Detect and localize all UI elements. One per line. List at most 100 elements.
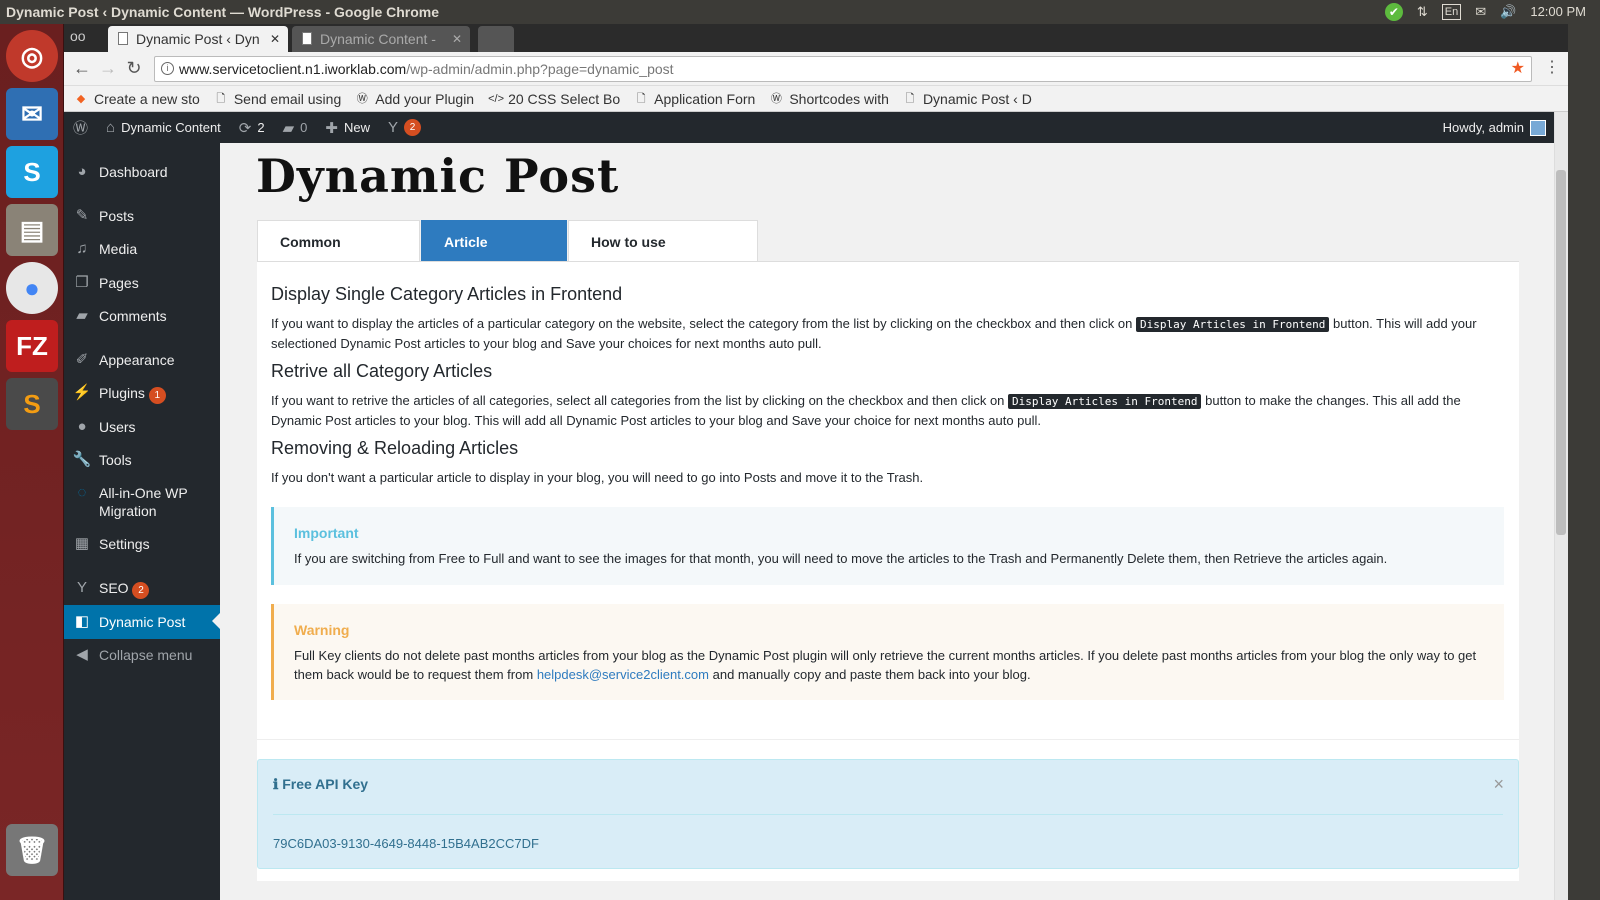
chrome-icon[interactable]: ● bbox=[6, 262, 58, 314]
code-icon: </> bbox=[488, 92, 504, 105]
notice-title: Warning bbox=[294, 622, 350, 638]
menu-item-plugins[interactable]: ⚡ Plugins 1 bbox=[64, 384, 220, 404]
browser-tab-dynamic-content[interactable]: Dynamic Content - ✕ bbox=[292, 26, 470, 52]
magento-icon: ◆ bbox=[76, 92, 86, 105]
wrench-icon: 🔧 bbox=[72, 451, 92, 468]
helpdesk-email-link[interactable]: helpdesk@service2client.com bbox=[537, 667, 709, 682]
address-bar[interactable]: i www.servicetoclient.n1.iworklab.com/wp… bbox=[154, 56, 1532, 82]
tab-article-settings[interactable]: Article Settings bbox=[421, 220, 567, 292]
bookmark-item[interactable]: </> 20 CSS Select Bo bbox=[488, 91, 620, 107]
update-ok-icon[interactable]: ✔ bbox=[1384, 3, 1403, 21]
menu-item-posts[interactable]: ✎ Posts bbox=[64, 207, 220, 225]
code-snippet: Display Articles in Frontend bbox=[1135, 317, 1330, 332]
browser-tab-strip: oo Dynamic Post ‹ Dyn ✕ Dynamic Content … bbox=[64, 24, 1600, 52]
account-menu[interactable]: Howdy, admin bbox=[1443, 112, 1546, 143]
menu-item-dynamic-post[interactable]: ◧ Dynamic Post bbox=[64, 605, 220, 639]
menu-item-seo[interactable]: Y SEO 2 bbox=[64, 579, 220, 599]
pin-icon: ✎ bbox=[75, 207, 89, 224]
comment-icon: ▰ bbox=[76, 307, 88, 324]
mail-icon[interactable]: ✉ bbox=[1475, 0, 1486, 24]
menu-item-comments[interactable]: ▰ Comments bbox=[64, 307, 220, 325]
page-icon bbox=[302, 32, 312, 45]
close-icon[interactable]: × bbox=[1493, 774, 1504, 795]
info-icon: ℹ bbox=[273, 776, 279, 792]
tab-common-settings[interactable]: Common Settings bbox=[257, 220, 420, 292]
info-icon[interactable]: i bbox=[161, 62, 174, 75]
filezilla-icon[interactable]: FZ bbox=[6, 320, 58, 372]
files-icon[interactable]: ▤ bbox=[6, 204, 58, 256]
new-tab-button[interactable] bbox=[478, 26, 514, 52]
reload-icon[interactable]: ↻ bbox=[124, 58, 144, 78]
url-path: /wp-admin/admin.php?page=dynamic_post bbox=[406, 61, 674, 77]
menu-item-dashboard[interactable]: ◕ Dashboard bbox=[64, 163, 220, 181]
site-name-link[interactable]: ⌂ Dynamic Content bbox=[97, 112, 230, 143]
bookmark-item[interactable]: ◆ Create a new sto bbox=[74, 91, 200, 107]
api-key-box: ℹ Free API Key × 79C6DA03-9130-4649-8448… bbox=[257, 759, 1519, 869]
menu-item-appearance[interactable]: ✐ Appearance bbox=[64, 351, 220, 369]
doc-icon: 🗋 bbox=[636, 92, 646, 105]
wp-admin-menu: ◕ Dashboard ✎ Posts ♫ Media ❐ Pages ▰ Comment… bbox=[64, 143, 220, 900]
yoast-icon: Y bbox=[76, 579, 87, 596]
user-icon: ● bbox=[77, 418, 87, 435]
plugins-update-badge: 1 bbox=[148, 387, 166, 404]
section-heading: Display Single Category Articles in Fron… bbox=[271, 284, 623, 304]
new-content-link[interactable]: ✚ New bbox=[316, 112, 379, 143]
forward-icon[interactable]: → bbox=[98, 58, 118, 78]
api-key-value: 79C6DA03-9130-4649-8448-15B4AB2CC7DF bbox=[273, 836, 539, 851]
wp-logo-menu[interactable]: Ⓦ bbox=[64, 112, 97, 143]
collapse-menu-button[interactable]: ◀ Collapse menu bbox=[64, 646, 220, 664]
notice-body: If you are switching from Free to Full a… bbox=[294, 551, 1388, 566]
scrollbar-thumb[interactable] bbox=[1556, 170, 1566, 535]
page-title: Dynamic Post bbox=[256, 149, 620, 203]
close-icon[interactable]: ✕ bbox=[270, 26, 280, 52]
incognito-icon: oo bbox=[70, 28, 86, 44]
close-icon[interactable]: ✕ bbox=[452, 26, 462, 52]
clock[interactable]: 12:00 PM bbox=[1530, 0, 1586, 24]
menu-item-settings[interactable]: ▦ Settings bbox=[64, 535, 220, 553]
bookmark-item[interactable]: 🗋 Send email using bbox=[214, 91, 341, 107]
os-top-bar: Dynamic Post ‹ Dynamic Content — WordPre… bbox=[0, 0, 1600, 24]
keyboard-lang-indicator[interactable]: En bbox=[1441, 4, 1462, 20]
browser-tab-dynamic-post[interactable]: Dynamic Post ‹ Dyn ✕ bbox=[108, 26, 288, 52]
app-launcher: ◎ ✉ S ▤ ● FZ S 🗑 bbox=[0, 24, 64, 900]
section-heading: Removing & Reloading Articles bbox=[271, 438, 519, 458]
tab-how-to-use-shortcode[interactable]: How to use shortcode bbox=[568, 220, 758, 292]
bookmarks-bar: ◆ Create a new sto 🗋 Send email using Ⓦ Add… bbox=[64, 86, 1600, 112]
menu-item-tools[interactable]: 🔧 Tools bbox=[64, 451, 220, 469]
doc-icon: 🗋 bbox=[216, 92, 226, 105]
plugin-icon: ⚡ bbox=[72, 384, 92, 401]
bookmark-star-icon[interactable]: ★ bbox=[1511, 57, 1525, 81]
seo-menu[interactable]: Y2 bbox=[379, 112, 430, 143]
menu-icon[interactable]: ⋮ bbox=[1542, 58, 1562, 78]
dynamic-post-icon: ◧ bbox=[74, 613, 90, 630]
network-icon[interactable]: ⇅ bbox=[1417, 0, 1428, 24]
bookmark-item[interactable]: 🗋 Dynamic Post ‹ D bbox=[903, 91, 1032, 107]
thunderbird-icon[interactable]: ✉ bbox=[6, 88, 58, 140]
bookmark-item[interactable]: Ⓦ Shortcodes with bbox=[769, 91, 889, 107]
skype-icon[interactable]: S bbox=[6, 146, 58, 198]
seo-notification-badge: 2 bbox=[404, 119, 421, 136]
ubuntu-icon[interactable]: ◎ bbox=[6, 30, 58, 82]
avatar bbox=[1530, 119, 1546, 136]
menu-item-all-in-one-wp-migration[interactable]: ◌ All-in-One WP Migration bbox=[64, 484, 220, 520]
window-edge bbox=[1568, 24, 1600, 900]
menu-item-media[interactable]: ♫ Media bbox=[64, 240, 220, 258]
trash-icon[interactable]: 🗑 bbox=[6, 824, 58, 876]
updates-link[interactable]: ⟳ 2 bbox=[230, 112, 274, 143]
home-icon: ⌂ bbox=[106, 119, 116, 136]
menu-item-pages[interactable]: ❐ Pages bbox=[64, 274, 220, 292]
menu-item-users[interactable]: ● Users bbox=[64, 418, 220, 436]
bookmark-item[interactable]: Ⓦ Add your Plugin bbox=[355, 91, 474, 107]
notice-title: Important bbox=[294, 525, 359, 541]
sublime-icon[interactable]: S bbox=[6, 378, 58, 430]
dashboard-icon: ◕ bbox=[77, 163, 87, 180]
migration-icon: ◌ bbox=[77, 484, 87, 501]
refresh-icon: ⟳ bbox=[238, 119, 252, 137]
volume-icon[interactable]: 🔊 bbox=[1500, 0, 1516, 24]
wordpress-icon: Ⓦ bbox=[356, 92, 368, 105]
main-content: Dynamic Post Common Settings Article Set… bbox=[220, 143, 1554, 900]
back-icon[interactable]: ← bbox=[72, 58, 92, 78]
bookmark-item[interactable]: 🗋 Application Forn bbox=[634, 91, 756, 107]
comments-link[interactable]: ▰ 0 bbox=[274, 112, 317, 143]
settings-icon: ▦ bbox=[74, 535, 90, 552]
